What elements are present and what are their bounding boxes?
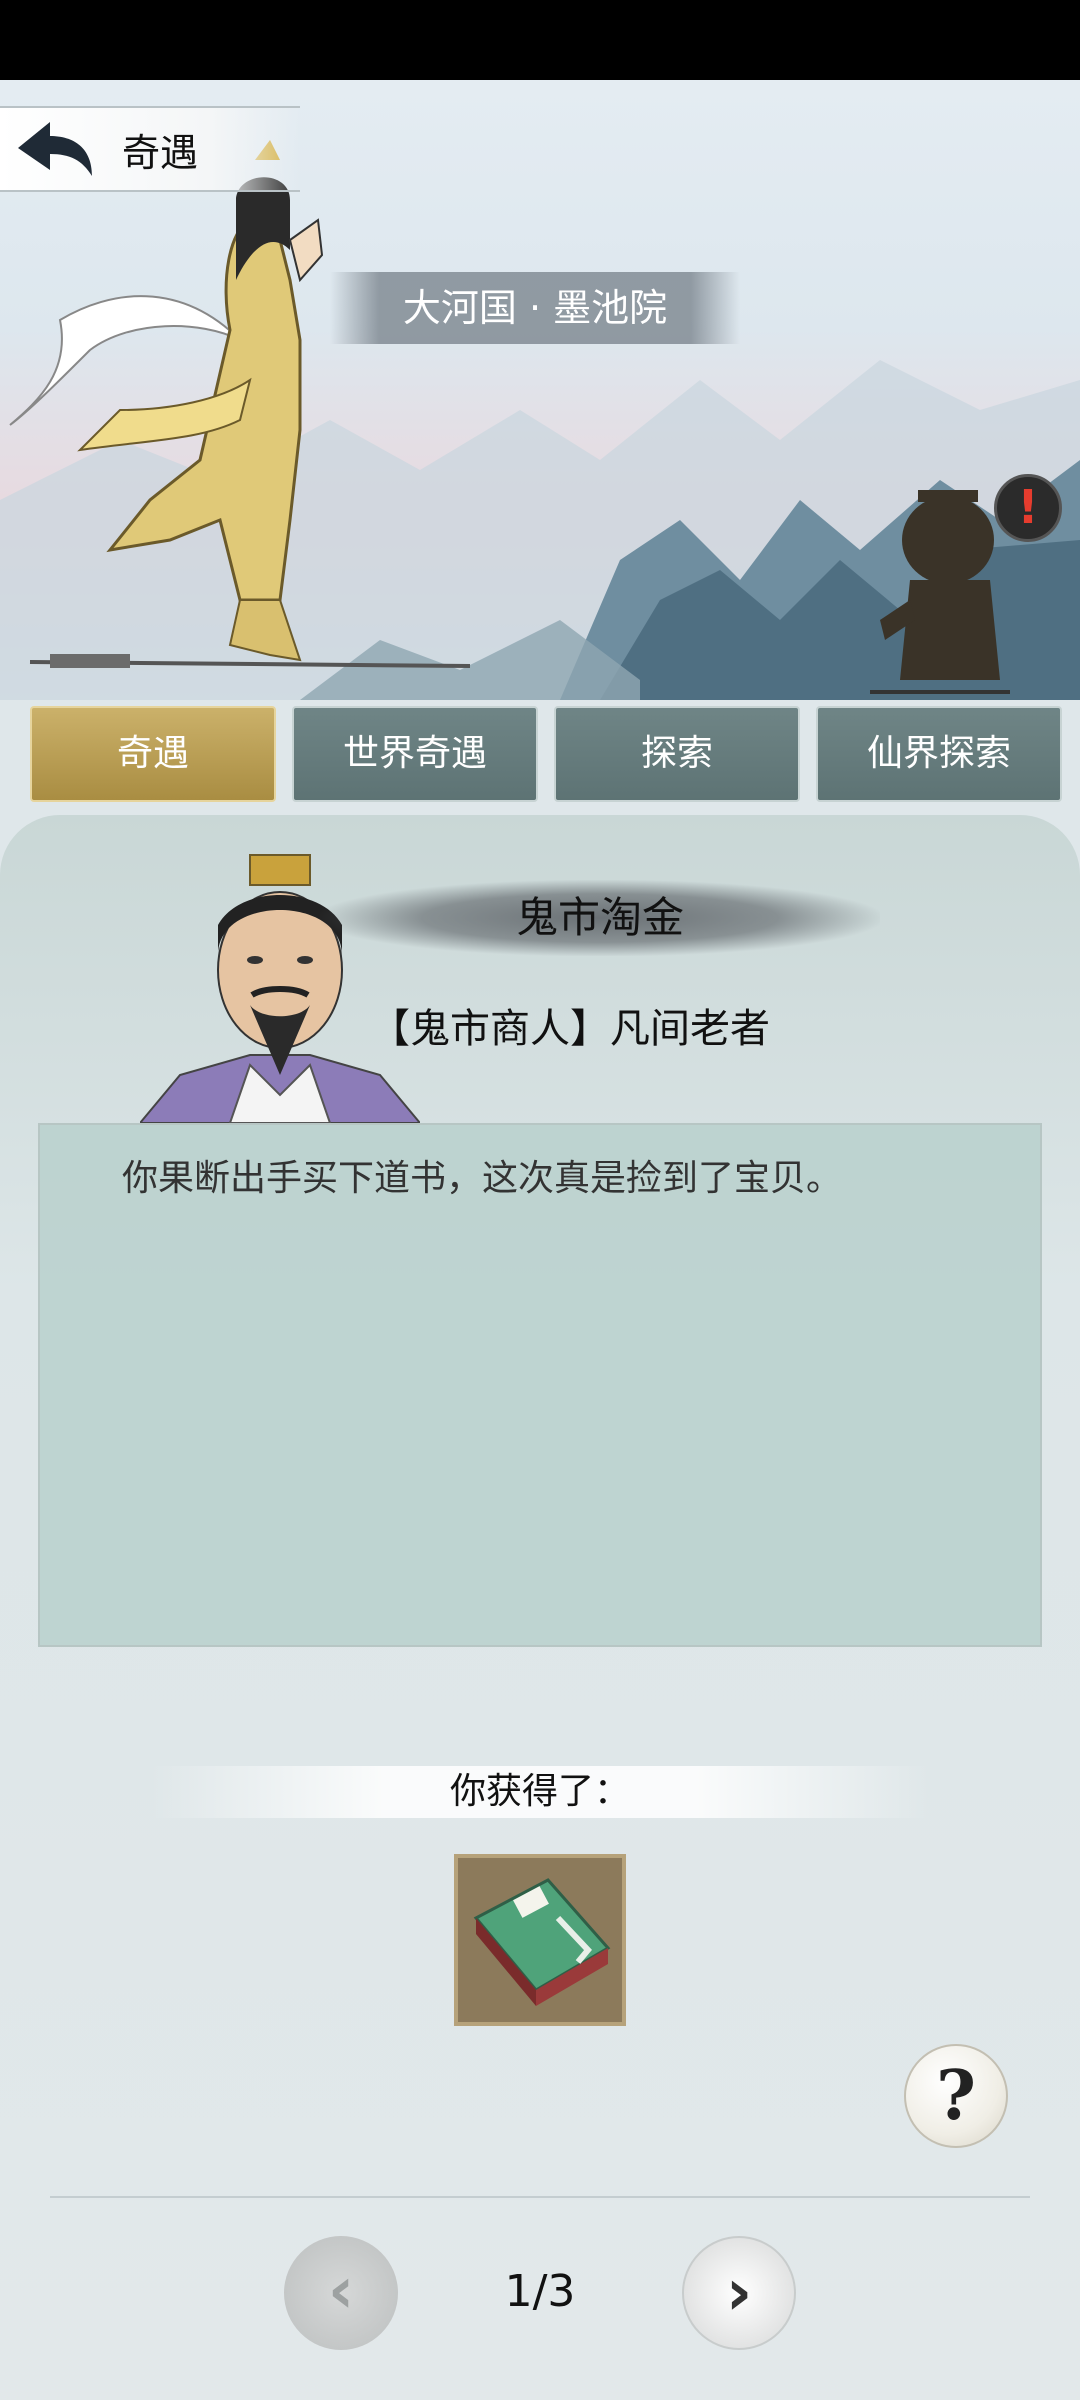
- bottom-divider: [50, 2196, 1030, 2198]
- dialog-box: 你果断出手买下道书，这次真是捡到了宝贝。: [38, 1123, 1042, 1647]
- tab-qiyu[interactable]: 奇遇: [30, 706, 276, 802]
- tab-immortal-explore[interactable]: 仙界探索: [816, 706, 1062, 802]
- prev-page-button[interactable]: ‹: [284, 2236, 398, 2350]
- category-tabs: 奇遇 世界奇遇 探索 仙界探索: [30, 706, 1062, 804]
- event-title: 鬼市淘金: [320, 880, 880, 956]
- top-header: 奇遇: [0, 106, 300, 192]
- tab-explore[interactable]: 探索: [554, 706, 800, 802]
- status-bar: [0, 0, 1080, 80]
- location-banner: 大河国 · 墨池院: [330, 272, 740, 344]
- page-indicator: 1/3: [504, 2266, 576, 2317]
- npc-name: 【鬼市商人】凡间老者: [370, 1006, 770, 1052]
- back-arrow-icon[interactable]: [14, 118, 96, 180]
- page-title: 奇遇: [122, 131, 199, 175]
- reward-item-slot[interactable]: [454, 1854, 626, 2026]
- green-book-icon: [473, 1878, 611, 2006]
- reward-label: 你获得了：: [150, 1766, 930, 1818]
- next-page-button[interactable]: ›: [682, 2236, 796, 2350]
- dialog-text: 你果断出手买下道书，这次真是捡到了宝贝。: [122, 1158, 843, 1199]
- tab-world-qiyu[interactable]: 世界奇遇: [292, 706, 538, 802]
- help-icon[interactable]: ?: [904, 2044, 1008, 2148]
- alert-exclamation-icon[interactable]: !: [994, 474, 1062, 542]
